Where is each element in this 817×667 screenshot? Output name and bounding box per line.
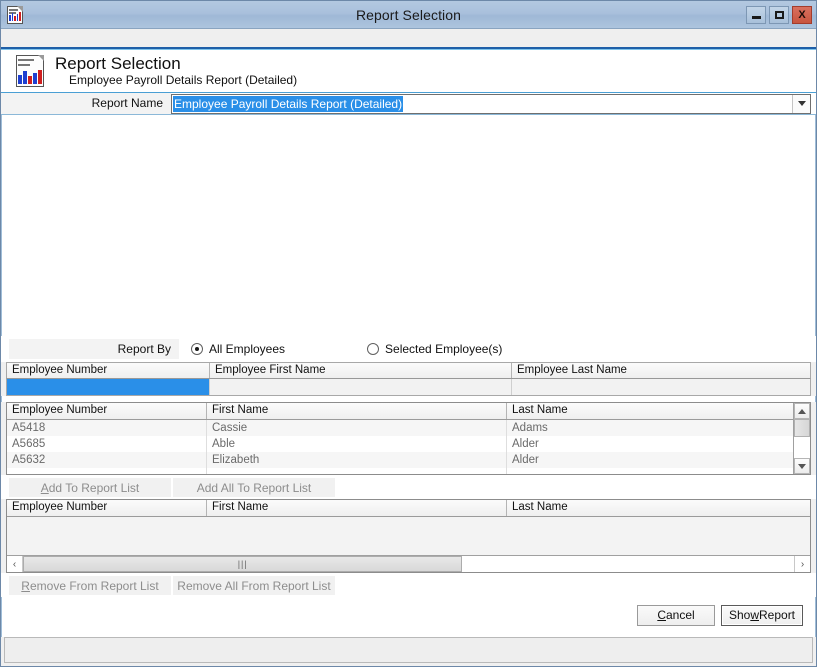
report-list-grid-header: Employee Number First Name Last Name (7, 500, 810, 517)
filter-input-row (6, 379, 811, 396)
minimize-icon (751, 15, 761, 19)
window-icon (6, 5, 24, 24)
report-document-chart-icon (15, 55, 45, 87)
report-list-horizontal-scrollbar[interactable]: ‹ ||| › (7, 555, 810, 572)
window-title: Report Selection (355, 6, 462, 23)
show-label-pre: Sho (728, 608, 751, 622)
filter-input-employee-number[interactable] (7, 379, 210, 395)
report-by-label: Report By (9, 339, 179, 359)
close-button[interactable]: X (792, 5, 812, 24)
filter-header-last-name[interactable]: Employee Last Name (512, 363, 810, 378)
table-row[interactable]: A5685 Able Alder (7, 436, 793, 452)
hscroll-right-button[interactable]: › (794, 556, 810, 572)
report-list-grid: Employee Number First Name Last Name ‹ |… (6, 499, 811, 573)
available-header-employee-number[interactable]: Employee Number (7, 403, 207, 419)
report-name-input[interactable]: Employee Payroll Details Report (Detaile… (173, 95, 404, 112)
report-selection-window: Report Selection X Report Selection Empl… (0, 0, 817, 667)
page-subtitle: Employee Payroll Details Report (Detaile… (69, 73, 298, 87)
filter-header-first-name[interactable]: Employee First Name (210, 363, 512, 378)
available-grid-vertical-scrollbar[interactable] (793, 403, 810, 474)
report-name-dropdown-button[interactable] (792, 94, 810, 113)
radio-all-employees-label: All Employees (209, 342, 286, 356)
available-header-first-name[interactable]: First Name (207, 403, 507, 419)
hscroll-thumb[interactable]: ||| (23, 556, 463, 572)
cell-employee-number: A5632 (7, 452, 207, 468)
cell-first-name: Able (207, 436, 507, 452)
maximize-button[interactable] (769, 5, 789, 24)
add-accel: A (40, 480, 49, 495)
table-row[interactable]: A5632 Elizabeth Alder (7, 452, 793, 468)
add-label-rest: dd To Report List (48, 480, 140, 495)
cell-first-name: Elizabeth (207, 452, 507, 468)
remove-buttons-row: Remove From Report List Remove All From … (1, 573, 816, 597)
available-grid-header: Employee Number First Name Last Name (7, 403, 793, 420)
main-empty-area (1, 115, 816, 336)
radio-selected-employees[interactable]: Selected Employee(s) (367, 342, 502, 356)
show-accel: w (750, 608, 759, 622)
page-title: Report Selection (55, 54, 181, 73)
minimize-button[interactable] (746, 5, 766, 24)
available-header-last-name[interactable]: Last Name (507, 403, 793, 419)
filter-grid-header: Employee Number Employee First Name Empl… (6, 362, 811, 379)
cell-employee-number: A5418 (7, 420, 207, 436)
report-name-combobox[interactable]: Employee Payroll Details Report (Detaile… (171, 93, 811, 114)
filter-grid: Employee Number Employee First Name Empl… (6, 362, 811, 396)
cell-employee-number: A5685 (7, 436, 207, 452)
add-to-report-list-button[interactable]: Add To Report List (9, 478, 171, 497)
hscroll-track[interactable]: ||| (23, 556, 794, 572)
maximize-icon (774, 10, 784, 19)
report-name-row: Report Name Employee Payroll Details Rep… (1, 93, 816, 115)
available-employees-grid: Employee Number First Name Last Name A54… (6, 402, 811, 475)
scroll-down-button[interactable] (794, 458, 810, 474)
remove-all-from-report-list-button[interactable]: Remove All From Report List (173, 576, 335, 595)
filter-input-first-name[interactable] (210, 379, 512, 395)
caret-down-icon (798, 463, 806, 469)
cell-first-name: Cassie (207, 420, 507, 436)
filter-input-last-name[interactable] (512, 379, 810, 395)
show-label-rest: Report (759, 608, 796, 622)
report-name-value-wrap[interactable]: Employee Payroll Details Report (Detaile… (172, 95, 792, 113)
cancel-label-rest: ancel (665, 608, 695, 622)
cell-last-name: Adams (512, 422, 548, 434)
add-buttons-row: Add To Report List Add All To Report Lis… (1, 475, 816, 499)
radio-all-employees[interactable]: All Employees (191, 342, 285, 356)
caret-up-icon (798, 408, 806, 414)
header-banner: Report Selection Employee Payroll Detail… (1, 49, 816, 93)
cancel-button[interactable]: Cancel (637, 604, 715, 626)
status-bar (4, 637, 813, 663)
radio-selected-employees-label: Selected Employee(s) (385, 342, 503, 356)
window-controls: X (746, 5, 812, 24)
header-texts: Report Selection Employee Payroll Detail… (55, 54, 297, 88)
show-report-button[interactable]: Sho w Report (721, 604, 803, 626)
title-bar: Report Selection X (1, 1, 816, 29)
report-list-header-employee-number[interactable]: Employee Number (7, 500, 207, 516)
report-by-row: Report By All Employees Selected Employe… (1, 336, 816, 362)
remove-label-rest: emove From Report List (29, 578, 159, 593)
table-row-partial[interactable] (7, 468, 793, 474)
available-grid-inner: Employee Number First Name Last Name A54… (7, 403, 793, 474)
chevron-down-icon (797, 101, 806, 106)
report-list-header-last-name[interactable]: Last Name (507, 500, 810, 516)
filter-header-employee-number[interactable]: Employee Number (7, 363, 210, 378)
add-all-to-report-list-button[interactable]: Add All To Report List (173, 478, 335, 497)
report-list-header-first-name[interactable]: First Name (207, 500, 507, 516)
report-name-label: Report Name (1, 93, 171, 114)
scroll-thumb[interactable] (794, 419, 810, 437)
scroll-up-button[interactable] (794, 403, 810, 419)
toolbar-strip (1, 29, 816, 49)
report-list-empty-body[interactable] (7, 517, 810, 555)
radio-all-employees-icon[interactable] (191, 343, 203, 355)
cancel-accel: C (657, 608, 666, 622)
available-grid-rows: A5418 Cassie Adams A5685 Able Alder A563… (7, 420, 793, 474)
radio-selected-employees-icon[interactable] (367, 343, 380, 355)
table-row[interactable]: A5418 Cassie Adams (7, 420, 793, 436)
remove-accel: R (21, 578, 30, 593)
cell-last-name: Alder (512, 454, 539, 466)
action-bar: Cancel Sho w Report (1, 597, 816, 633)
scroll-track[interactable] (794, 419, 810, 458)
hscroll-left-button[interactable]: ‹ (7, 556, 23, 572)
cell-last-name: Alder (512, 438, 539, 450)
remove-from-report-list-button[interactable]: Remove From Report List (9, 576, 171, 595)
